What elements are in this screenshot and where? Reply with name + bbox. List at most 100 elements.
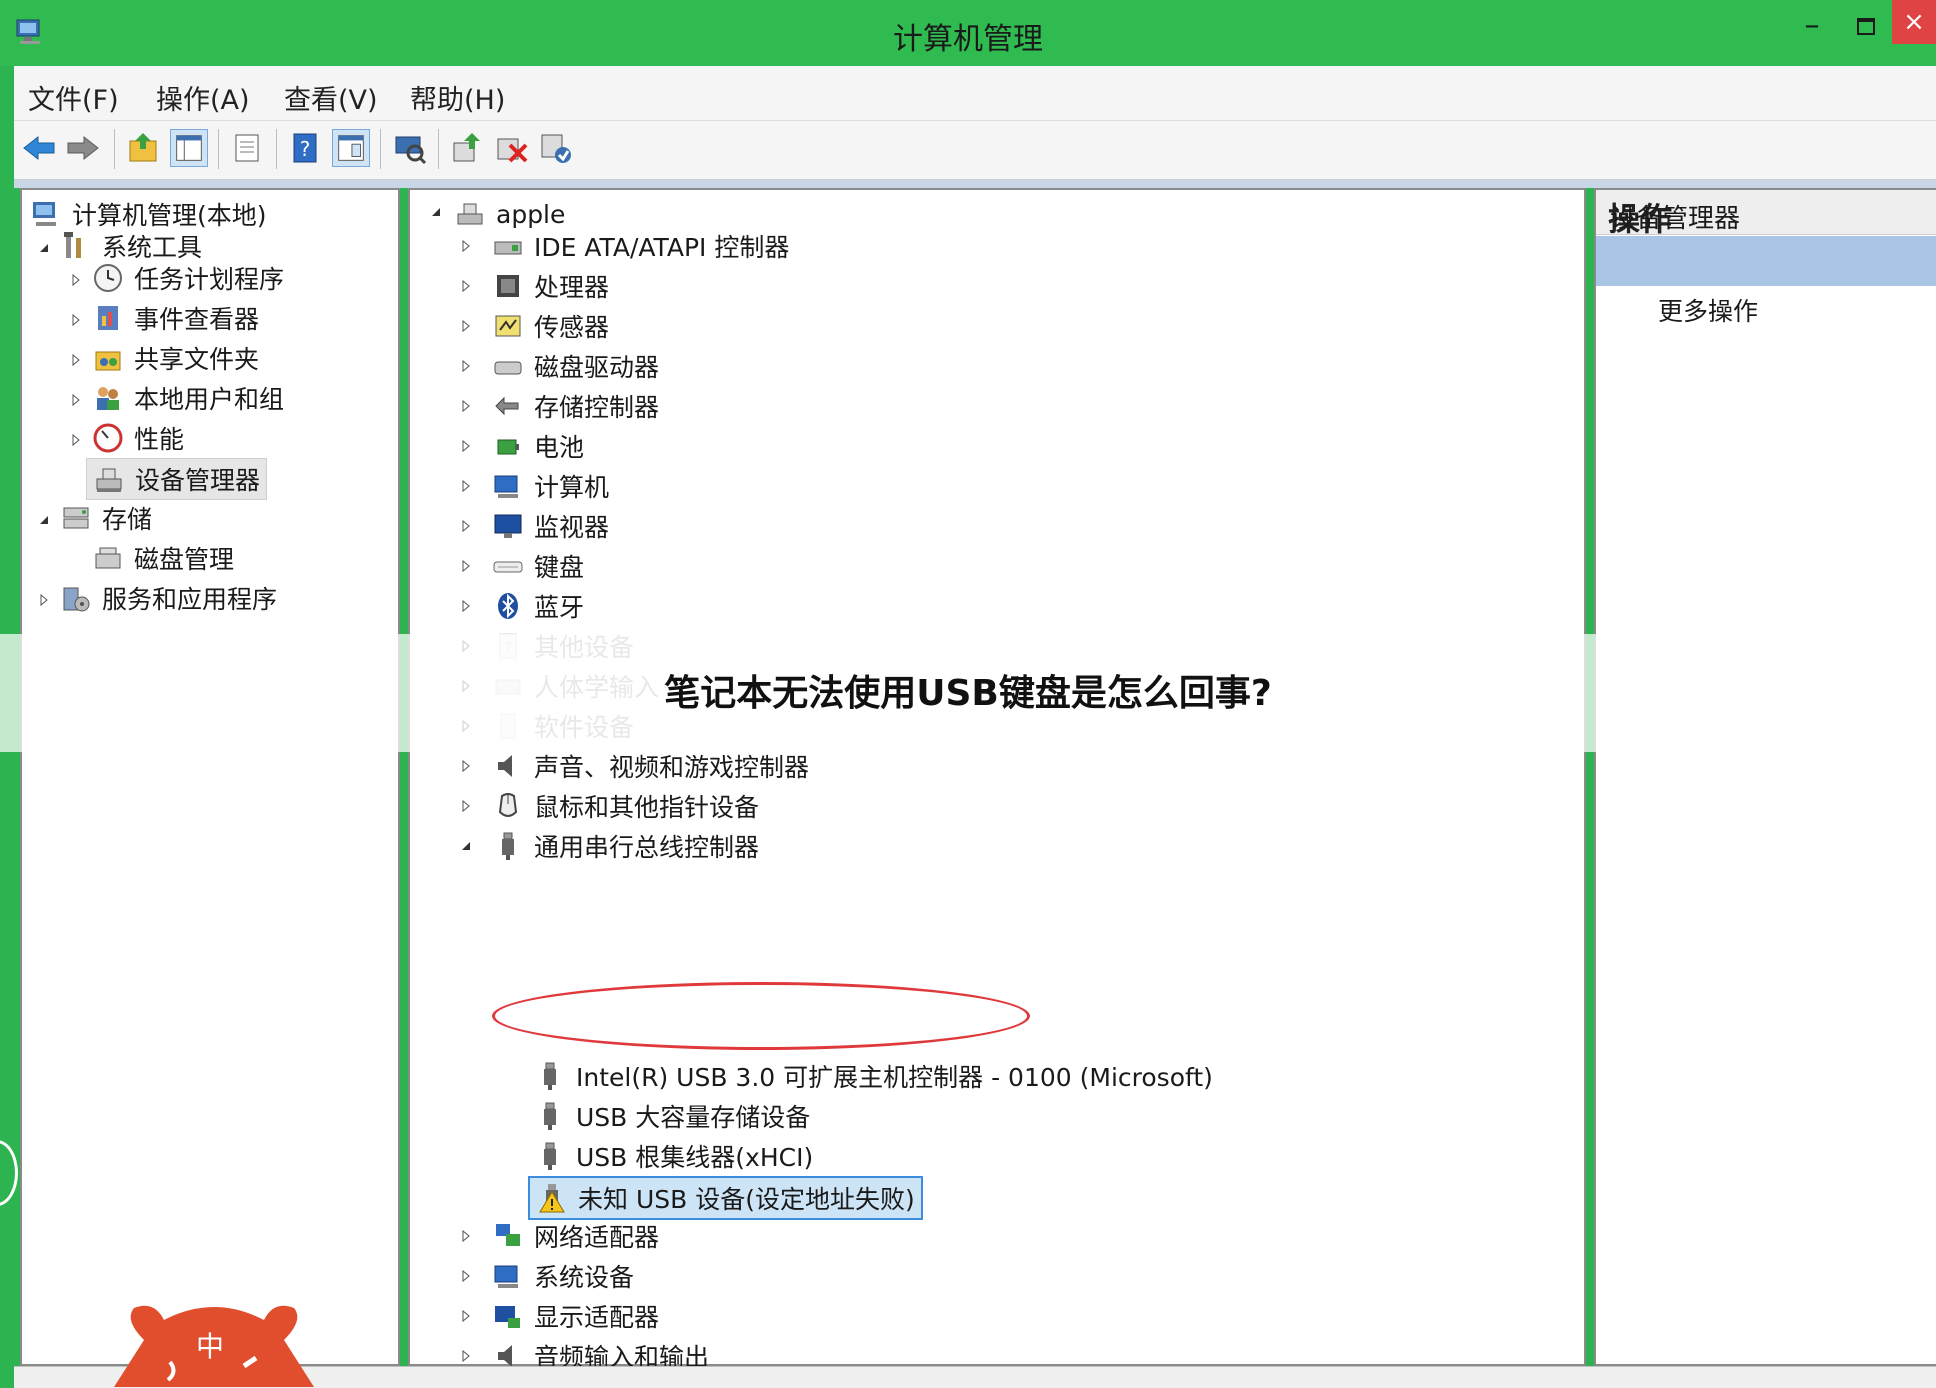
expand-arrow-icon[interactable]: [458, 398, 474, 414]
computer-icon: [494, 475, 518, 498]
usb-device-item[interactable]: USB 根集线器(xHCI): [534, 1136, 813, 1176]
menu-help[interactable]: 帮助(H): [410, 78, 505, 117]
show-tree-icon[interactable]: [170, 129, 208, 167]
device-category[interactable]: 电池: [492, 426, 584, 466]
expand-arrow-icon[interactable]: [458, 238, 474, 254]
tree-item-disk-management[interactable]: 磁盘管理: [92, 538, 234, 578]
tree-item-local-users[interactable]: 本地用户和组: [92, 378, 284, 418]
unknown-usb-device-item[interactable]: 未知 USB 设备(设定地址失败): [528, 1176, 923, 1220]
expand-arrow-icon[interactable]: [36, 592, 52, 608]
device-category[interactable]: 声音、视频和游戏控制器: [492, 746, 809, 786]
actions-section-label: 设备管理器: [1610, 204, 1741, 234]
tree-item-event-viewer[interactable]: 事件查看器: [92, 298, 259, 338]
device-tree: apple IDE ATA/ATAPI 控制器 处理器 传感器 磁盘驱动器 存储控制器电…: [408, 188, 1586, 1372]
expand-arrow-icon[interactable]: [68, 352, 84, 368]
expand-arrow-icon[interactable]: [458, 358, 474, 374]
view-icon[interactable]: [332, 129, 370, 167]
device-category[interactable]: 网络适配器: [492, 1216, 659, 1256]
device-category-label: 计算机: [534, 473, 610, 502]
tree-item-services-apps[interactable]: 服务和应用程序: [60, 578, 277, 618]
device-category[interactable]: 系统设备: [492, 1256, 634, 1296]
device-category-label: 监视器: [534, 513, 610, 542]
storage-controller-icon: [495, 396, 519, 416]
device-category[interactable]: IDE ATA/ATAPI 控制器: [492, 226, 789, 266]
expand-arrow-icon[interactable]: [458, 438, 474, 454]
device-category[interactable]: 键盘: [492, 546, 584, 586]
expand-arrow-icon[interactable]: [458, 1308, 474, 1324]
back-arrow-icon[interactable]: [20, 129, 58, 167]
uninstall-icon[interactable]: [492, 129, 530, 167]
menu-view[interactable]: 查看(V): [284, 78, 378, 117]
scan-hardware-icon[interactable]: [390, 129, 428, 167]
tree-item-performance[interactable]: 性能: [92, 418, 184, 458]
device-manager-icon: [96, 468, 122, 492]
device-category-label: 传感器: [534, 313, 610, 342]
performance-icon: [93, 423, 123, 453]
collapse-arrow-icon[interactable]: [428, 204, 444, 220]
device-category[interactable]: 处理器: [492, 266, 609, 306]
device-category[interactable]: 显示适配器: [492, 1296, 659, 1336]
speaker-icon: [498, 755, 512, 777]
device-category[interactable]: 存储控制器: [492, 386, 659, 426]
expand-arrow-icon[interactable]: [458, 798, 474, 814]
up-folder-icon[interactable]: [124, 129, 162, 167]
close-button[interactable]: ×: [1892, 0, 1936, 44]
expand-arrow-icon[interactable]: [458, 1348, 474, 1364]
processor-icon: [497, 275, 519, 297]
device-category[interactable]: 监视器: [492, 506, 609, 546]
services-icon: [63, 587, 90, 612]
expand-arrow-icon[interactable]: [458, 758, 474, 774]
expand-arrow-icon[interactable]: [458, 278, 474, 294]
expand-arrow-icon[interactable]: [68, 392, 84, 408]
expand-arrow-icon[interactable]: [458, 478, 474, 494]
disk-drive-icon: [494, 361, 522, 375]
expand-arrow-icon[interactable]: [68, 432, 84, 448]
expand-arrow-icon[interactable]: [458, 598, 474, 614]
actions-section[interactable]: [1596, 236, 1936, 286]
usb-device-label: USB 大容量存储设备: [576, 1103, 811, 1132]
device-category[interactable]: 通用串行总线控制器: [492, 826, 759, 866]
expand-arrow-icon[interactable]: [458, 558, 474, 574]
sensor-icon: [495, 315, 521, 337]
usb-plug-icon: [544, 1062, 556, 1090]
mouse-icon: [498, 793, 518, 817]
properties-icon[interactable]: [228, 129, 266, 167]
expand-arrow-icon[interactable]: [68, 312, 84, 328]
warning-icon: [539, 1184, 565, 1213]
ide-controller-icon: [494, 241, 522, 255]
forward-arrow-icon[interactable]: [64, 129, 102, 167]
tree-item-storage[interactable]: 存储: [60, 498, 152, 538]
help-icon[interactable]: ?: [286, 129, 324, 167]
device-category[interactable]: 计算机: [492, 466, 609, 506]
expand-arrow-icon[interactable]: [68, 272, 84, 288]
menu-file[interactable]: 文件(F): [28, 78, 119, 117]
highlight-ellipse: [492, 982, 1030, 1050]
expand-arrow-icon[interactable]: [458, 1268, 474, 1284]
minimize-button[interactable]: –: [1788, 6, 1836, 46]
expand-arrow-icon[interactable]: [458, 518, 474, 534]
bluetooth-icon: [498, 593, 518, 619]
expand-arrow-icon[interactable]: [458, 318, 474, 334]
usb-device-item[interactable]: Intel(R) USB 3.0 可扩展主机控制器 - 0100 (Micros…: [534, 1056, 1213, 1096]
update-driver-icon[interactable]: [448, 129, 486, 167]
tree-item-task-scheduler[interactable]: 任务计划程序: [92, 258, 284, 298]
enable-device-icon[interactable]: [536, 129, 574, 167]
collapse-arrow-icon[interactable]: [458, 838, 474, 854]
overlay-headline: 笔记本无法使用USB键盘是怎么回事?: [664, 673, 1272, 714]
display-adapter-icon: [495, 1306, 520, 1328]
device-category[interactable]: 蓝牙: [492, 586, 584, 626]
menu-action[interactable]: 操作(A): [156, 78, 250, 117]
usb-device-item[interactable]: USB 大容量存储设备: [534, 1096, 810, 1136]
tree-item-device-manager[interactable]: 设备管理器: [86, 458, 268, 500]
maximize-button[interactable]: [1840, 6, 1888, 46]
more-actions-link[interactable]: 更多操作: [1658, 292, 1758, 328]
collapse-arrow-icon[interactable]: [36, 240, 52, 256]
tree-item-shared-folders[interactable]: 共享文件夹: [92, 338, 259, 378]
collapse-arrow-icon[interactable]: [36, 512, 52, 528]
menu-bar: 文件(F) 操作(A) 查看(V) 帮助(H): [14, 66, 1936, 121]
computer-management-icon: [33, 202, 56, 226]
device-category[interactable]: 传感器: [492, 306, 609, 346]
device-category[interactable]: 磁盘驱动器: [492, 346, 659, 386]
expand-arrow-icon[interactable]: [458, 1228, 474, 1244]
device-category[interactable]: 鼠标和其他指针设备: [492, 786, 759, 826]
